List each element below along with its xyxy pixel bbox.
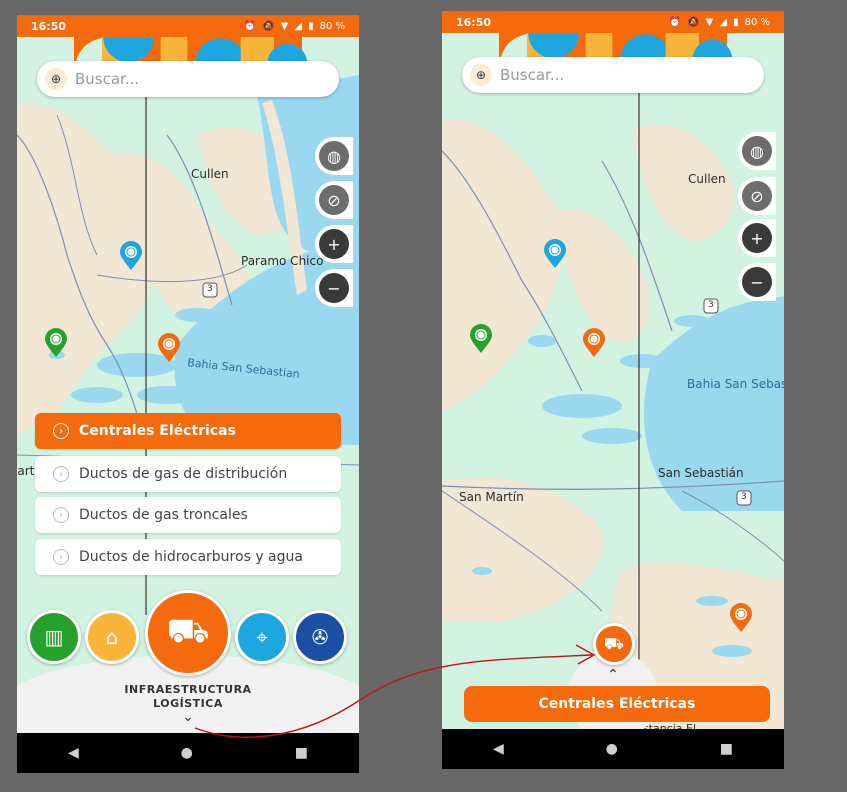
power-tower-icon: ⌂ [105,625,119,649]
minus-icon: − [742,267,772,297]
map-pin-orange-south[interactable] [729,603,753,633]
zoom-out-button[interactable]: − [315,269,353,307]
menu-item-label: Centrales Eléctricas [79,423,236,439]
route-number: 3 [708,300,714,310]
menu-item-ductos-distribucion[interactable]: › Ductos de gas de distribución [35,456,341,492]
chevron-right-icon: › [53,549,69,565]
map-label-san-sebastian: San Sebastián [658,466,744,480]
nav-home-button[interactable]: ● [606,741,618,757]
search-placeholder: Buscar... [75,70,140,88]
globe-layer-button[interactable]: ◍ [315,137,353,175]
category-logistics-button[interactable]: ⛟ [593,623,635,665]
battery-level: 80 % [744,16,770,28]
chevron-right-icon: › [53,507,69,523]
globe-icon: ◍ [742,136,772,166]
status-time: 16:50 [31,19,67,33]
route-number-south: 3 [741,492,747,502]
battery-icon: ▮ [733,16,739,28]
minus-icon: − [319,273,349,303]
compass-icon: ⊘ [742,181,772,211]
menu-item-ductos-troncales[interactable]: › Ductos de gas troncales [35,497,341,533]
nav-recents-button[interactable]: ■ [720,741,733,757]
expand-panel-button[interactable]: ⌃ [602,667,624,683]
map-pin-orange[interactable] [157,333,181,363]
left-phone-screen: Cullen Paramo Chico 3 Bahia San Sebastia… [17,15,359,773]
mute-icon: 🔕 [687,16,700,28]
map-pin-green[interactable] [44,328,68,358]
menu-item-ductos-hidrocarburos[interactable]: › Ductos de hidrocarburos y agua [35,539,341,575]
category-water-wind-button[interactable]: ✇ [293,610,347,664]
menu-item-label: Ductos de gas de distribución [79,466,288,482]
wifi-icon: ▼ [705,16,714,28]
battery-icon: ▮ [308,20,314,32]
map-pin-blue[interactable] [119,241,143,271]
signal-icon: ◢ [719,16,728,28]
chevron-right-icon: › [53,423,69,439]
chevron-right-icon: › [53,466,69,482]
globe-icon: ◍ [319,141,349,171]
compass-icon: ⊘ [319,185,349,215]
map-pin-blue[interactable] [543,239,567,269]
right-phone-screen: Cullen 3 3 Bahia San Sebas San Sebastián… [442,11,784,769]
map-label-cullen: Cullen [191,167,229,181]
nav-recents-button[interactable]: ■ [295,745,308,761]
selected-layer-button[interactable]: Centrales Eléctricas [464,686,770,722]
search-bar[interactable]: ⊕ Buscar... [462,57,764,93]
search-icon: ⊕ [470,64,492,86]
status-bar: 16:50 ⏰ 🔕 ▼ ◢ ▮ 80 % [17,15,359,37]
nav-back-button[interactable]: ◀ [493,741,504,757]
map-label-paramo-chico: Paramo Chico [241,254,324,268]
province-map-icon: ⌖ [256,625,268,649]
route-number: 3 [207,284,213,294]
category-map-button[interactable]: ⌖ [235,610,289,664]
map-label-san-martin: San Martín [459,490,524,504]
compass-button[interactable]: ⊘ [315,181,353,219]
search-bar[interactable]: ⊕ Buscar... [37,61,339,97]
map-label-bahia: Bahia San Sebas [687,377,784,391]
compass-button[interactable]: ⊘ [738,177,776,215]
expand-panel-button[interactable]: ⌄ [177,709,199,725]
search-icon: ⊕ [45,68,67,90]
nav-back-button[interactable]: ◀ [68,745,79,761]
menu-item-centrales[interactable]: › Centrales Eléctricas [35,413,341,449]
truck-icon: ⛟ [166,610,210,651]
truck-icon: ⛟ [603,633,625,653]
status-bar: 16:50 ⏰ 🔕 ▼ ◢ ▮ 80 % [442,11,784,33]
android-nav-bar: ◀ ● ■ [17,733,359,773]
zoom-in-button[interactable]: + [738,219,776,257]
category-logistics-button[interactable]: ⛟ [145,590,231,676]
map-pin-green[interactable] [469,324,493,354]
status-time: 16:50 [456,15,492,29]
plus-icon: + [742,223,772,253]
plus-icon: + [319,229,349,259]
nav-home-button[interactable]: ● [181,745,193,761]
category-buildings-button[interactable]: ▥ [27,610,81,664]
water-wind-icon: ✇ [311,625,329,649]
wifi-icon: ▼ [280,20,289,32]
battery-level: 80 % [319,20,345,32]
category-energy-button[interactable]: ⌂ [85,610,139,664]
alarm-icon: ⏰ [243,20,257,32]
globe-layer-button[interactable]: ◍ [738,132,776,170]
map-pin-orange[interactable] [582,328,606,358]
category-title: INFRAESTRUCTURA LOGÍSTICA [17,683,359,711]
buildings-icon: ▥ [44,625,64,649]
android-nav-bar: ◀ ● ■ [442,729,784,769]
zoom-out-button[interactable]: − [738,263,776,301]
alarm-icon: ⏰ [668,16,682,28]
map-label-cullen: Cullen [688,172,726,186]
menu-item-label: Ductos de gas troncales [79,507,248,523]
search-placeholder: Buscar... [500,66,565,84]
mute-icon: 🔕 [262,20,275,32]
menu-item-label: Ductos de hidrocarburos y agua [79,549,303,565]
zoom-in-button[interactable]: + [315,225,353,263]
signal-icon: ◢ [294,20,303,32]
category-title-line-1: INFRAESTRUCTURA [124,683,252,696]
